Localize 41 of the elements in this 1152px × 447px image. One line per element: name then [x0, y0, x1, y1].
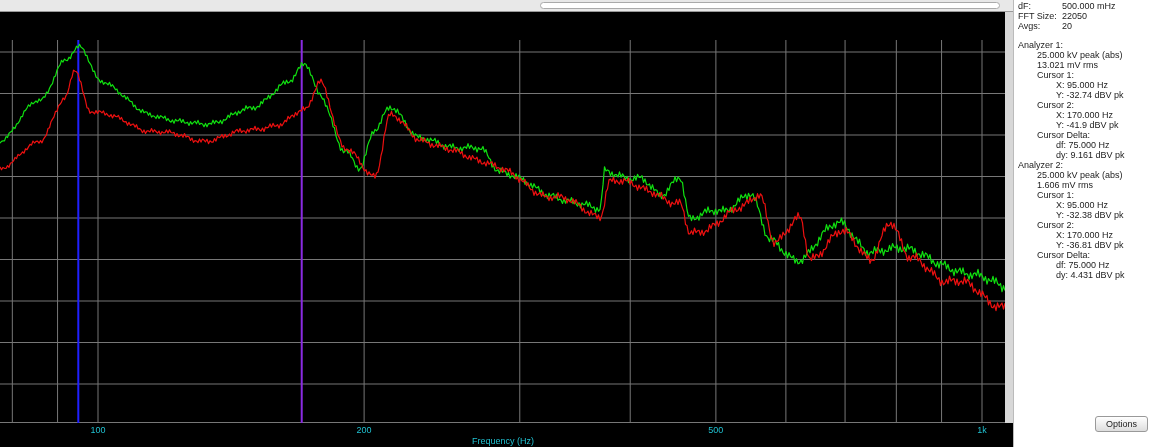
info-line: Cursor 1:	[1036, 190, 1075, 200]
info-line: Cursor 2:	[1036, 220, 1075, 230]
info-line: Y: -41.9 dBV pk	[1055, 120, 1120, 130]
info-line: Analyzer 2:	[1018, 160, 1065, 170]
field-label: Avgs:	[1018, 21, 1042, 31]
axis-tick-label: 500	[708, 425, 724, 435]
axis-tick-label: 200	[356, 425, 372, 435]
info-line: 25.000 kV peak (abs)	[1036, 170, 1124, 180]
info-line: Cursor 2:	[1036, 100, 1075, 110]
info-line: Cursor Delta:	[1036, 250, 1091, 260]
field-value: 22050	[1062, 11, 1088, 21]
scroll-thumb[interactable]	[540, 2, 1000, 9]
info-line: Analyzer 1:	[1018, 40, 1065, 50]
info-line: Y: -32.38 dBV pk	[1055, 210, 1125, 220]
vertical-scroll-bar[interactable]	[1005, 12, 1013, 423]
info-line: X: 170.000 Hz	[1055, 110, 1115, 120]
scroll-bar[interactable]	[0, 0, 1013, 12]
info-line: X: 95.000 Hz	[1055, 80, 1110, 90]
info-line: Y: -32.74 dBV pk	[1055, 90, 1125, 100]
field-value: 20	[1062, 21, 1072, 31]
info-line: Cursor 1:	[1036, 70, 1075, 80]
info-line: Cursor Delta:	[1036, 130, 1091, 140]
cursor-line[interactable]	[300, 39, 303, 423]
info-line: 25.000 kV peak (abs)	[1036, 50, 1124, 60]
axis-tick-label: 100	[90, 425, 106, 435]
info-line: X: 95.000 Hz	[1055, 200, 1110, 210]
info-line: 1.606 mV rms	[1036, 180, 1095, 190]
info-line: dy: 4.431 dBV pk	[1055, 270, 1126, 280]
info-line: Y: -36.81 dBV pk	[1055, 240, 1125, 250]
options-button[interactable]: Options	[1094, 416, 1148, 432]
info-line: df: 75.000 Hz	[1055, 260, 1111, 270]
info-line: dy: 9.161 dBV pk	[1055, 150, 1126, 160]
info-line: df: 75.000 Hz	[1055, 140, 1111, 150]
field-value: 500.000 mHz	[1062, 1, 1116, 11]
axis-tick-label: 1k	[977, 425, 987, 435]
info-line: 13.021 mV rms	[1036, 60, 1100, 70]
cursor-line[interactable]	[77, 39, 80, 423]
info-line: X: 170.000 Hz	[1055, 230, 1115, 240]
axis-title: Frequency (Hz)	[472, 436, 534, 446]
field-label: dF:	[1018, 1, 1032, 11]
field-label: FFT Size:	[1018, 11, 1058, 21]
